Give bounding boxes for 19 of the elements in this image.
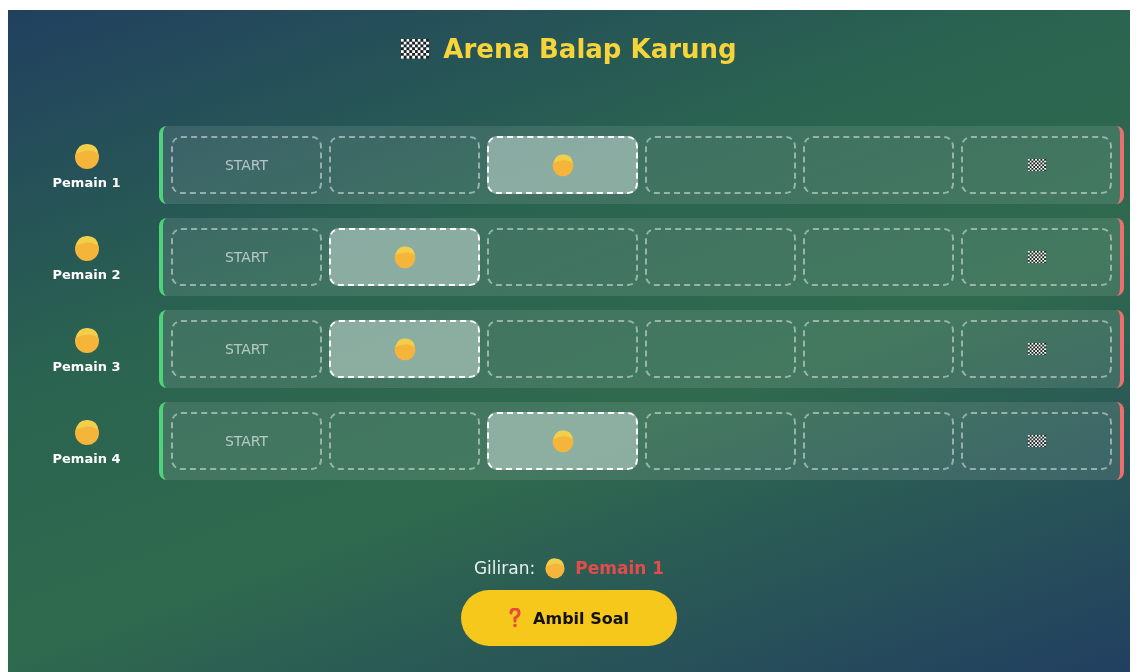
checkered-flag-icon bbox=[401, 39, 430, 59]
player-name: Pemain 4 bbox=[52, 450, 121, 466]
checkered-flag-icon bbox=[1027, 158, 1046, 172]
checkered-flag-icon bbox=[1027, 342, 1046, 356]
current-player: Pemain 1 bbox=[575, 558, 665, 578]
avatar-icon bbox=[543, 556, 568, 580]
page-title: Arena Balap Karung bbox=[443, 34, 737, 64]
track-cell: START bbox=[171, 412, 322, 470]
question-mark-icon bbox=[509, 608, 522, 628]
track-cell: START bbox=[171, 228, 322, 286]
player-name: Pemain 2 bbox=[52, 266, 121, 282]
turn-label: Giliran: bbox=[473, 558, 536, 578]
draw-question-button[interactable]: Ambil Soal bbox=[461, 590, 677, 646]
player-name: Pemain 3 bbox=[52, 358, 121, 374]
track-cell: START bbox=[171, 136, 322, 194]
track-cell: START bbox=[171, 320, 322, 378]
player-name: Pemain 1 bbox=[52, 174, 121, 190]
checkered-flag-icon bbox=[1027, 434, 1046, 448]
checkered-flag-icon bbox=[1027, 250, 1046, 264]
